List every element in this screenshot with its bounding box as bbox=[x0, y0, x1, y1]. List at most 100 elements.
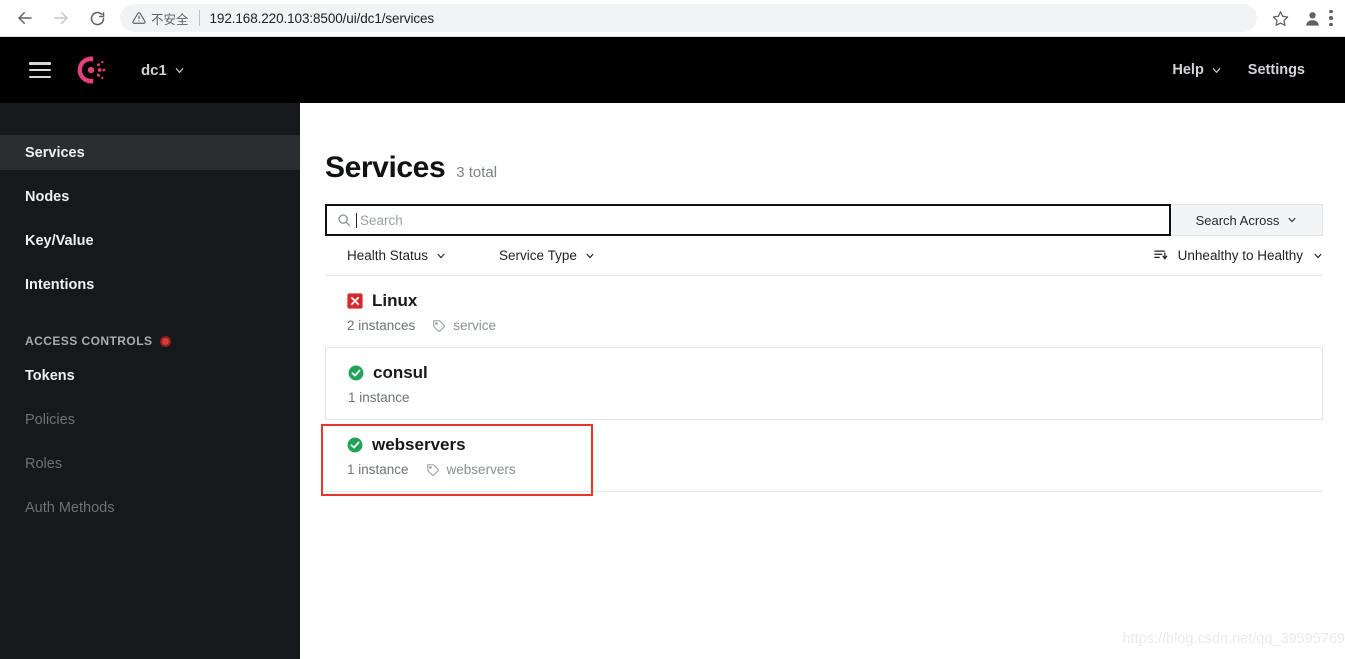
address-bar[interactable]: 不安全 192.168.220.103:8500/ui/dc1/services bbox=[120, 4, 1257, 32]
sidebar-item-label: Services bbox=[25, 144, 85, 161]
hamburger-menu-icon[interactable] bbox=[29, 62, 51, 78]
service-list-item-webservers[interactable]: webservers 1 instance webservers bbox=[325, 420, 1323, 492]
service-meta-row: 2 instances service bbox=[347, 318, 1323, 333]
search-across-dropdown[interactable]: Search Across bbox=[1171, 204, 1323, 236]
top-nav-actions: Help Settings bbox=[1172, 62, 1345, 78]
sidebar-item-label: Auth Methods bbox=[25, 499, 115, 516]
security-indicator[interactable]: 不安全 bbox=[132, 9, 189, 28]
settings-label: Settings bbox=[1247, 62, 1305, 78]
service-title-row: Linux bbox=[347, 291, 1323, 311]
filter-row: Health Status Service Type Unhealthy to … bbox=[325, 236, 1323, 276]
chevron-down-icon bbox=[437, 253, 445, 258]
x-square-icon bbox=[347, 293, 363, 309]
service-title-row: consul bbox=[348, 363, 1322, 383]
sort-label: Unhealthy to Healthy bbox=[1177, 248, 1303, 263]
sidebar-section-spacer bbox=[0, 302, 300, 324]
datacenter-selector[interactable]: dc1 bbox=[141, 62, 185, 79]
three-dot-menu-icon[interactable] bbox=[1329, 3, 1343, 33]
sidebar-item-roles[interactable]: Roles bbox=[0, 446, 300, 481]
sort-descending-icon bbox=[1153, 250, 1168, 260]
service-instance-count: 2 instances bbox=[347, 318, 416, 333]
star-icon[interactable] bbox=[1265, 3, 1295, 33]
chevron-down-icon bbox=[1212, 67, 1221, 73]
tag-icon bbox=[426, 463, 439, 476]
check-circle-icon bbox=[347, 437, 363, 453]
access-controls-badge-icon bbox=[160, 335, 172, 347]
search-row: Search Search Across bbox=[325, 204, 1323, 236]
browser-toolbar: 不安全 192.168.220.103:8500/ui/dc1/services bbox=[0, 0, 1345, 37]
search-placeholder: Search bbox=[356, 212, 403, 228]
warning-triangle-icon bbox=[132, 12, 146, 24]
watermark-text: https://blog.csdn.net/qq_39595769 bbox=[1122, 631, 1345, 647]
sidebar-top-spacer bbox=[0, 103, 300, 135]
chevron-down-icon bbox=[586, 253, 594, 258]
search-input[interactable]: Search bbox=[325, 204, 1171, 236]
service-tag-label: service bbox=[453, 318, 497, 333]
check-circle-icon bbox=[348, 365, 364, 381]
service-type-label: Service Type bbox=[499, 248, 577, 263]
profile-avatar-icon[interactable] bbox=[1297, 3, 1327, 33]
security-label: 不安全 bbox=[151, 12, 189, 27]
sidebar-item-label: Policies bbox=[25, 411, 75, 428]
sidebar-item-key-value[interactable]: Key/Value bbox=[0, 223, 300, 258]
service-meta-row: 1 instance webservers bbox=[347, 462, 1323, 477]
access-controls-label: ACCESS CONTROLS bbox=[25, 334, 153, 348]
service-total-count: 3 total bbox=[456, 164, 498, 181]
sort-control[interactable]: Unhealthy to Healthy bbox=[1153, 248, 1323, 263]
service-name: consul bbox=[373, 363, 428, 382]
service-title-row: webservers bbox=[347, 435, 1323, 455]
service-tag: webservers bbox=[426, 462, 516, 477]
search-icon bbox=[338, 214, 351, 227]
sidebar-item-intentions[interactable]: Intentions bbox=[0, 267, 300, 302]
sidebar-item-services[interactable]: Services bbox=[0, 135, 300, 170]
health-status-filter[interactable]: Health Status bbox=[347, 248, 446, 263]
settings-link[interactable]: Settings bbox=[1248, 62, 1305, 78]
help-menu[interactable]: Help bbox=[1172, 62, 1221, 78]
services-panel: Search Search Across Health Status Servi… bbox=[321, 204, 1323, 496]
service-tag-label: webservers bbox=[446, 462, 516, 477]
back-button[interactable] bbox=[10, 3, 40, 33]
consul-logo-icon[interactable] bbox=[73, 52, 109, 88]
sidebar-item-auth-methods[interactable]: Auth Methods bbox=[0, 490, 300, 525]
sidebar-section-access-controls: ACCESS CONTROLS bbox=[0, 324, 300, 358]
chevron-down-icon bbox=[1314, 253, 1322, 258]
service-name: webservers bbox=[372, 435, 466, 454]
forward-button[interactable] bbox=[46, 3, 76, 33]
service-list-item-consul[interactable]: consul 1 instance bbox=[325, 348, 1323, 420]
services-list: Linux 2 instances service consul 1 insta… bbox=[321, 276, 1323, 496]
service-type-filter[interactable]: Service Type bbox=[499, 248, 595, 263]
datacenter-label: dc1 bbox=[141, 61, 167, 79]
help-label: Help bbox=[1172, 62, 1204, 78]
sidebar-item-label: Intentions bbox=[25, 276, 95, 293]
sidebar-navigation: Services Nodes Key/Value Intentions ACCE… bbox=[0, 103, 300, 659]
tag-icon bbox=[433, 319, 446, 332]
url-text: 192.168.220.103:8500/ui/dc1/services bbox=[209, 10, 435, 26]
page-title: Services bbox=[325, 151, 446, 184]
sidebar-item-tokens[interactable]: Tokens bbox=[0, 358, 300, 393]
sidebar-item-nodes[interactable]: Nodes bbox=[0, 179, 300, 214]
service-meta-row: 1 instance bbox=[348, 390, 1322, 405]
search-across-label: Search Across bbox=[1195, 212, 1280, 228]
text-caret bbox=[356, 212, 357, 228]
service-tag: service bbox=[432, 318, 496, 333]
main-content: Services 3 total Search Search Across He… bbox=[300, 103, 1345, 659]
page-header: Services 3 total bbox=[300, 103, 1345, 185]
service-instance-count: 1 instance bbox=[348, 390, 410, 405]
reload-button[interactable] bbox=[82, 3, 112, 33]
chevron-down-icon bbox=[175, 67, 184, 73]
app-top-navigation: dc1 Help Settings bbox=[0, 37, 1345, 103]
sidebar-item-policies[interactable]: Policies bbox=[0, 402, 300, 437]
service-list-item-linux[interactable]: Linux 2 instances service bbox=[325, 276, 1323, 348]
service-name: Linux bbox=[372, 291, 418, 310]
omnibox-divider bbox=[198, 10, 200, 26]
sidebar-item-label: Nodes bbox=[25, 188, 70, 205]
service-instance-count: 1 instance bbox=[347, 462, 409, 477]
browser-actions bbox=[1265, 3, 1345, 33]
sidebar-item-label: Key/Value bbox=[25, 232, 94, 249]
